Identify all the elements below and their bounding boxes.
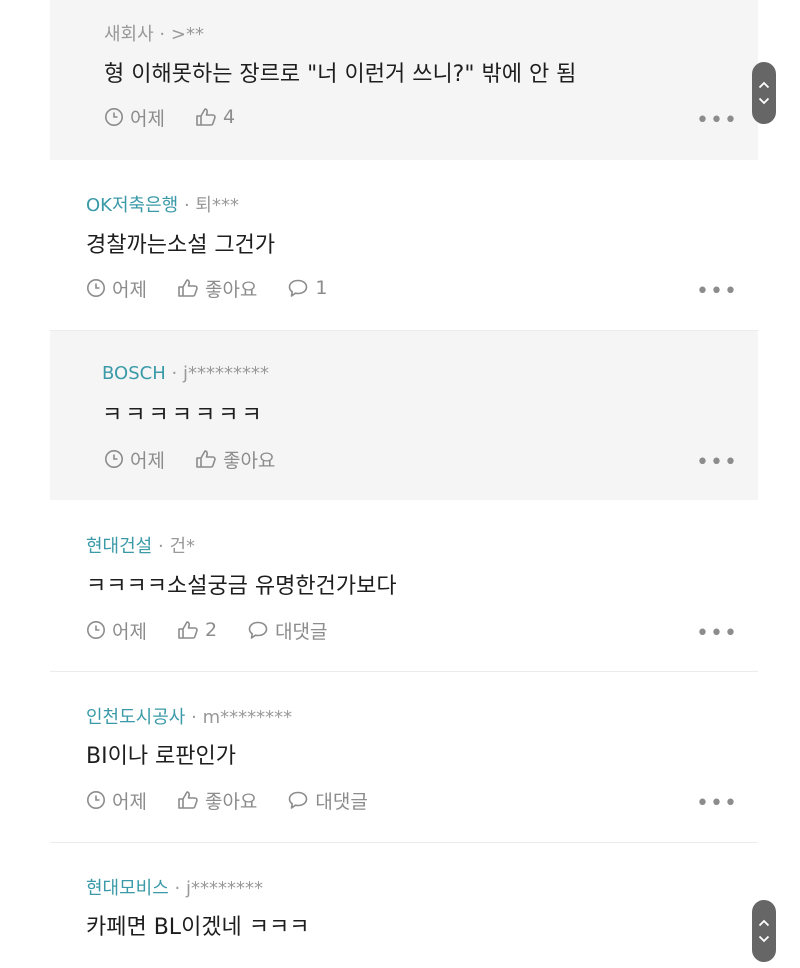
separator: · [183,195,190,216]
user-name: j********* [182,363,269,384]
comment-author[interactable]: BOSCH · j********* [102,363,269,384]
clock-icon [87,279,105,297]
comment-actions: 어제 4 [104,104,265,130]
time-stamp: 어제 [104,446,165,473]
comment [50,843,758,968]
comment-text: 경찰까는소설 그건가 [86,233,276,258]
clock-icon [105,108,123,126]
comment-actions: 어제 2 대댓글 [86,617,358,643]
user-name: 퇴*** [195,195,239,216]
user-name: 건* [169,536,196,557]
reply-button[interactable]: 대댓글 [247,617,328,644]
company-name: 인천도시공사 [86,707,186,728]
comment-author[interactable]: 현대모비스 · j******** [86,874,263,900]
scroll-control[interactable] [752,900,776,962]
company-name: OK저축은행 [86,195,179,216]
like-button[interactable]: 좋아요 [177,787,257,814]
speech-bubble-icon [289,791,308,809]
comment-text: ㅋㅋㅋㅋ소설궁금 유명한건가보다 [86,574,397,599]
time-stamp: 어제 [86,275,147,302]
company-name: 현대건설 [86,536,153,557]
comment-author[interactable]: 새회사 · >** [104,20,204,46]
time-stamp: 어제 [86,617,147,644]
comment-author[interactable]: 인천도시공사 · m******** [86,703,292,729]
thumbs-up-icon [178,791,198,809]
reply-button[interactable]: 대댓글 [287,787,368,814]
comment-text: BI이나 로판인가 [86,744,237,769]
chevron-down-icon[interactable] [758,97,770,105]
clock-icon [105,450,123,468]
comment-actions: 어제 좋아요 1 [86,275,358,301]
time-stamp: 어제 [86,787,147,814]
user-name: m******** [202,707,293,728]
more-options-icon[interactable]: ••• [696,793,738,815]
comment-text: 형 이해못하는 장르로 "너 이런거 쓰니?" 밖에 안 됨 [104,62,577,87]
comment-actions: 어제 좋아요 대댓글 [86,787,398,813]
thumbs-up-icon [178,621,198,639]
comment-author[interactable]: 현대건설 · 건* [86,532,195,558]
separator: · [174,878,181,899]
like-button[interactable]: 좋아요 [177,275,257,302]
thumbs-up-icon [178,279,198,297]
more-options-icon[interactable]: ••• [696,623,738,645]
separator: · [171,363,178,384]
thumbs-up-icon [196,108,216,126]
scroll-control[interactable] [752,62,776,124]
more-options-icon[interactable]: ••• [696,452,738,474]
reply-button[interactable]: 1 [287,277,328,299]
comment-author[interactable]: OK저축은행 · 퇴*** [86,191,239,217]
separator: · [191,707,197,728]
like-button[interactable]: 좋아요 [195,446,275,473]
chevron-down-icon[interactable] [758,935,770,943]
company-name: BOSCH [102,363,166,384]
like-button[interactable]: 4 [195,106,235,128]
clock-icon [87,791,105,809]
comment-text: 카페면 BL이겠네 ㅋㅋㅋ [86,915,310,940]
thumbs-up-icon [196,450,216,468]
separator: · [157,536,164,557]
chevron-up-icon[interactable] [758,919,770,927]
speech-bubble-icon [289,279,308,297]
more-options-icon[interactable]: ••• [696,110,738,132]
clock-icon [87,621,105,639]
time-stamp: 어제 [104,104,165,131]
separator: · [159,24,166,45]
comment-page: 새회사 · >** 형 이해못하는 장르로 "너 이런거 쓰니?" 밖에 안 됨… [0,0,800,968]
company-name: 현대모비스 [86,878,169,899]
user-name: j******** [186,878,264,899]
more-options-icon[interactable]: ••• [696,281,738,303]
speech-bubble-icon [248,621,268,639]
like-button[interactable]: 2 [177,619,217,641]
company-name: 새회사 [104,24,154,45]
user-name: >** [170,24,204,45]
chevron-up-icon[interactable] [758,81,770,89]
comment-text: ㅋㅋㅋㅋㅋㅋㅋ [102,403,265,428]
comment-actions: 어제 좋아요 [104,446,305,472]
